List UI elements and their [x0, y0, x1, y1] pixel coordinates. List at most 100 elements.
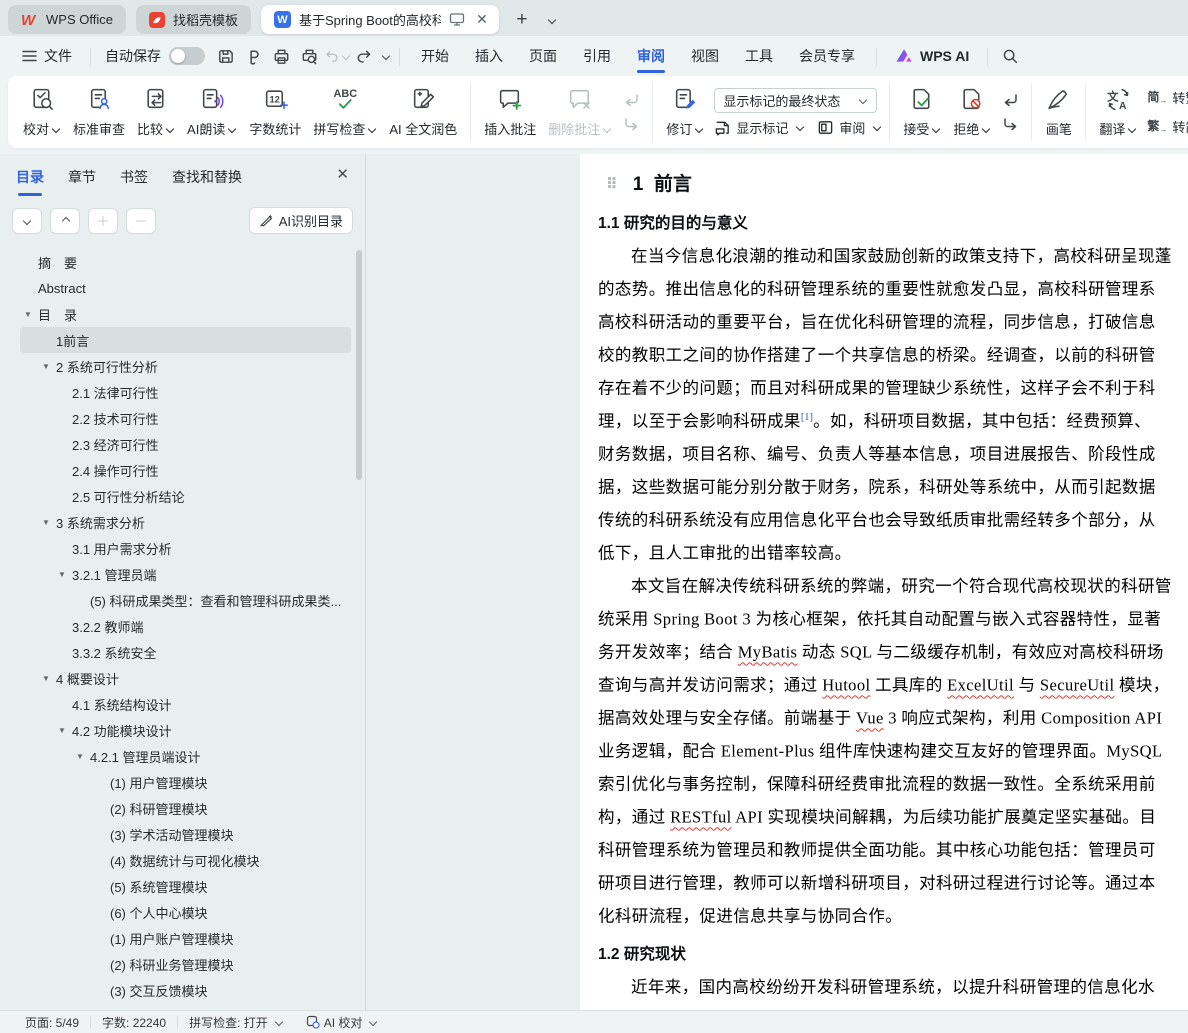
- toc-collapse-arrow-icon[interactable]: ▼: [40, 518, 56, 527]
- tab-document[interactable]: W 基于Spring Boot的高校科研 ✕: [260, 5, 499, 34]
- spellcheck-status[interactable]: 拼写检查: 打开: [178, 1014, 295, 1031]
- toc-item[interactable]: ▼ (2) 科研业务管理模块: [20, 951, 351, 977]
- toc-collapse-arrow-icon[interactable]: ▼: [40, 362, 56, 371]
- reject-button[interactable]: 拒绝: [947, 84, 997, 140]
- wps-ai-button[interactable]: WPS AI: [885, 48, 979, 64]
- doc-line[interactable]: ⠿业务逻辑，配合 Element-Plus 组件库快速构建交互友好的管理界面。M…: [598, 731, 1188, 764]
- sidebar-tab[interactable]: 章节: [68, 167, 96, 196]
- menu-tab[interactable]: 页面: [516, 36, 570, 76]
- toc-item[interactable]: ▼ 2.3 经济可行性: [20, 431, 351, 457]
- delete-comment-button[interactable]: 删除批注: [542, 84, 618, 140]
- translate-button[interactable]: 文A 翻译: [1093, 84, 1143, 140]
- menu-tab[interactable]: 视图: [678, 36, 732, 76]
- menu-tab[interactable]: 引用: [570, 36, 624, 76]
- toc-item[interactable]: ▼ 1前言: [20, 327, 351, 353]
- menu-tab[interactable]: 会员专享: [786, 36, 868, 76]
- doc-line[interactable]: ⠿化科研流程，促进信息共享与协同合作。: [598, 896, 1188, 929]
- next-comment-icon[interactable]: [623, 117, 640, 132]
- doc-line[interactable]: ⠿近年来，国内高校纷纷开发科研管理系统，以提升科研管理的信息化水: [598, 967, 1188, 1000]
- toc-item[interactable]: ▼ (5) 科研成果类型：查看和管理科研成果类...: [20, 587, 351, 613]
- menu-tab[interactable]: 工具: [732, 36, 786, 76]
- toc-item[interactable]: ▼ 3.2.2 教师端: [20, 613, 351, 639]
- toc-collapse-arrow-icon[interactable]: ▼: [56, 726, 72, 735]
- toc-item[interactable]: ▼ (1) 用户管理模块: [20, 769, 351, 795]
- doc-line[interactable]: ⠿统采用 Spring Boot 3 为核心框架，依托其自动配置与嵌入式容器特性…: [598, 599, 1188, 632]
- review-pane-button[interactable]: 审阅: [817, 118, 882, 137]
- proofread-button[interactable]: 校对: [17, 84, 67, 140]
- doc-line[interactable]: ⠿研项目进行管理，教师可以新增科研项目，对科研过程进行讨论等。通过本: [598, 863, 1188, 896]
- track-changes-button[interactable]: 修订: [660, 84, 710, 140]
- word-count-indicator[interactable]: 字数: 22240: [91, 1014, 177, 1031]
- page-indicator[interactable]: 页面: 5/49: [14, 1014, 90, 1031]
- toc-item[interactable]: ▼ Abstract: [20, 275, 351, 301]
- toc-collapse-arrow-icon[interactable]: ▼: [40, 674, 56, 683]
- undo-button[interactable]: [323, 42, 351, 70]
- search-button[interactable]: [996, 42, 1024, 70]
- save-button[interactable]: [211, 42, 239, 70]
- doc-line[interactable]: ⠿传统的科研系统没有应用信息化平台也会导致纸质审批需经转多个部分，从: [598, 500, 1188, 533]
- toc-collapse-arrow-icon[interactable]: ▼: [56, 570, 72, 579]
- menu-tab[interactable]: 审阅: [624, 36, 678, 76]
- menu-tab[interactable]: 开始: [408, 36, 462, 76]
- doc-line[interactable]: ⠿ 1 前言: [598, 172, 1188, 198]
- sidebar-tab[interactable]: 书签: [120, 167, 148, 196]
- simplified-to-traditional-button[interactable]: 简→ 转繁: [1147, 88, 1188, 107]
- toc-item[interactable]: ▼ 3.1 用户需求分析: [20, 535, 351, 561]
- doc-line[interactable]: ⠿构，通过 RESTful API 实现模块间解耦，为后续功能扩展奠定坚实基础。…: [598, 797, 1188, 830]
- doc-line[interactable]: ⠿高校科研活动的重要平台，旨在优化科研管理的流程，同步信息，打破信息: [598, 302, 1188, 335]
- toc-expand-button[interactable]: ＋: [88, 207, 118, 234]
- toc-collapse-arrow-icon[interactable]: ▼: [22, 310, 38, 319]
- doc-line[interactable]: ⠿据高效处理与安全存储。前端基于 Vue 3 响应式架构，利用 Composit…: [598, 698, 1188, 731]
- tab-list-chevron-icon[interactable]: [548, 16, 557, 24]
- sidebar-scrollbar[interactable]: [356, 250, 362, 480]
- export-pdf-button[interactable]: [239, 42, 267, 70]
- toc-item[interactable]: ▼ 3.2.1 管理员端: [20, 561, 351, 587]
- screen-share-icon[interactable]: [449, 12, 465, 27]
- doc-line[interactable]: ⠿务开发效率；结合 MyBatis 动态 SQL 与二级缓存机制，有效应对高校科…: [598, 632, 1188, 665]
- doc-line[interactable]: ⠿财务数据，项目名称、编号、负责人等基本信息，项目进展报告、阶段性成: [598, 434, 1188, 467]
- file-menu-button[interactable]: 文件: [12, 46, 82, 66]
- print-button[interactable]: [267, 42, 295, 70]
- toc-item[interactable]: ▼ 4.2 功能模块设计: [20, 717, 351, 743]
- document-page[interactable]: ⠿1 前言 ⠿1.1 研究的目的与意义 ⠿在当今信息化浪潮的推动和国家鼓励创新的…: [580, 154, 1188, 1010]
- standard-review-button[interactable]: 标准审查: [67, 84, 131, 140]
- show-markup-button[interactable]: 显示标记: [714, 118, 805, 137]
- print-preview-button[interactable]: [295, 42, 323, 70]
- sidebar-tab[interactable]: 查找和替换: [172, 167, 242, 196]
- toc-item[interactable]: ▼ (3) 交互反馈模块: [20, 977, 351, 1003]
- next-change-icon[interactable]: [1002, 117, 1019, 132]
- toc-item[interactable]: ▼ (4) 首页与公告模块: [20, 1003, 351, 1011]
- doc-line[interactable]: ⠿1.1 研究的目的与意义: [598, 208, 1188, 232]
- toc-item[interactable]: ▼ 4 概要设计: [20, 665, 351, 691]
- tab-docer-templates[interactable]: 找稻壳模板: [135, 5, 251, 34]
- ai-recognize-toc-button[interactable]: AI识别目录: [248, 207, 353, 234]
- toc-item[interactable]: ▼ 2.2 技术可行性: [20, 405, 351, 431]
- doc-line[interactable]: ⠿本文旨在解决传统科研系统的弊端，研究一个符合现代高校现状的科研管: [598, 566, 1188, 599]
- citation-ref[interactable]: [1]: [801, 412, 813, 423]
- toc-item[interactable]: ▼ 4.1 系统结构设计: [20, 691, 351, 717]
- doc-line[interactable]: ⠿理，以至于会影响科研成果[1]。如，科研项目数据，其中包括：经费预算、: [598, 401, 1188, 434]
- doc-line[interactable]: ⠿系统的研究聚焦于信息化与流程优化，通过多样化技术框架实现功能模块的: [598, 1000, 1188, 1010]
- doc-line[interactable]: ⠿索引优化与事务控制，保障科研经费审批流程的数据一致性。全系统采用前: [598, 764, 1188, 797]
- toc-item[interactable]: ▼ 3.3.2 系统安全: [20, 639, 351, 665]
- toc-item[interactable]: ▼ 2.4 操作可行性: [20, 457, 351, 483]
- traditional-to-simplified-button[interactable]: 繁→ 转简: [1147, 117, 1188, 136]
- insert-comment-button[interactable]: 插入批注: [478, 84, 542, 140]
- ai-proofread-button[interactable]: AI 校对: [295, 1014, 390, 1031]
- ai-polish-button[interactable]: AI 全文润色: [383, 84, 463, 140]
- undo-chevron-icon[interactable]: [342, 52, 351, 60]
- toc-item[interactable]: ▼ (1) 用户账户管理模块: [20, 925, 351, 951]
- toc-item[interactable]: ▼ (4) 数据统计与可视化模块: [20, 847, 351, 873]
- sidebar-tab[interactable]: 目录: [16, 167, 44, 196]
- toc-collapse-button[interactable]: －: [126, 207, 156, 234]
- doc-line[interactable]: ⠿1.2 研究现状: [598, 939, 1188, 963]
- previous-comment-icon[interactable]: [623, 93, 640, 108]
- toc-item[interactable]: ▼ 2 系统可行性分析: [20, 353, 351, 379]
- toc-collapse-arrow-icon[interactable]: ▼: [74, 752, 90, 761]
- doc-line[interactable]: ⠿查询与高并发访问需求；通过 Hutool 工具库的 ExcelUtil 与 S…: [598, 665, 1188, 698]
- history-chevron-icon[interactable]: [382, 52, 391, 60]
- ai-read-button[interactable]: AI朗读: [181, 84, 243, 140]
- toc-item[interactable]: ▼ 3 系统需求分析: [20, 509, 351, 535]
- doc-line[interactable]: ⠿存在着不少的问题；而且对科研成果的管理缺少系统性，这样子会不利于科: [598, 368, 1188, 401]
- toc-item[interactable]: ▼ (6) 个人中心模块: [20, 899, 351, 925]
